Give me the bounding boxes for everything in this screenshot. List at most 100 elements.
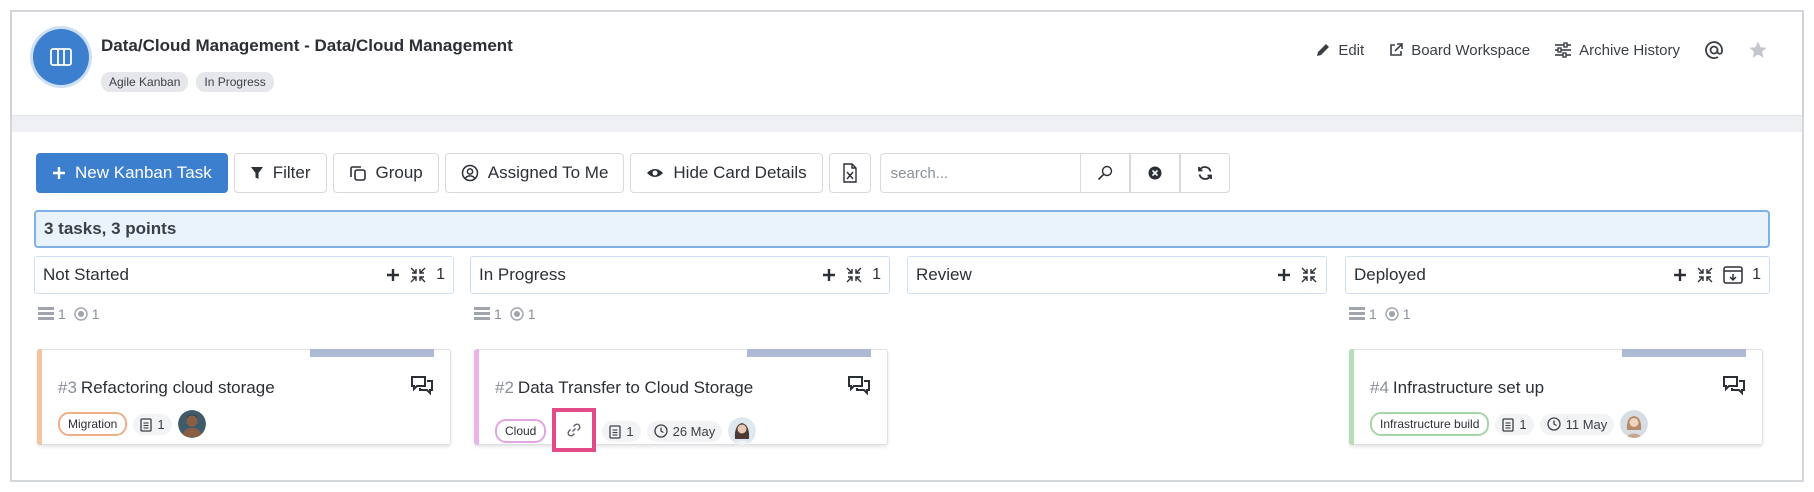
kanban-card[interactable]: #2 Data Transfer to Cloud Storage Cloud 1…: [474, 349, 888, 452]
column-meta-not-started: 1 1: [38, 306, 100, 322]
board-workspace-button[interactable]: Board Workspace: [1388, 42, 1530, 59]
card-progress-bar: [1622, 349, 1746, 357]
board-type-tag: Agile Kanban: [101, 72, 189, 92]
plus-icon[interactable]: [822, 268, 836, 282]
filter-button[interactable]: Filter: [233, 153, 327, 193]
user-circle-icon: [461, 164, 478, 182]
plus-icon[interactable]: [386, 268, 400, 282]
comments-icon[interactable]: [1722, 375, 1746, 397]
clock-icon: [653, 424, 668, 438]
hide-card-details-label: Hide Card Details: [673, 163, 807, 182]
card-title-text: Infrastructure set up: [1392, 378, 1545, 397]
task-count: 1: [494, 306, 502, 322]
at-sign-icon: [1705, 41, 1723, 59]
board-logo-icon: [33, 29, 89, 85]
card-label[interactable]: Cloud: [495, 419, 547, 443]
edit-button[interactable]: Edit: [1315, 42, 1364, 59]
board-header: Data/Cloud Management - Data/Cloud Manag…: [12, 12, 1802, 116]
kanban-card[interactable]: #3 Refactoring cloud storage Migration 1: [37, 349, 451, 445]
search-icon: [1097, 165, 1112, 181]
copy-icon: [349, 166, 366, 181]
comments-icon[interactable]: [847, 375, 871, 397]
point-count: 1: [527, 306, 536, 322]
edit-label: Edit: [1338, 41, 1365, 59]
assigned-to-me-label: Assigned To Me: [487, 163, 609, 182]
clear-search-button[interactable]: [1129, 153, 1180, 193]
collapse-icon[interactable]: [1300, 266, 1318, 284]
card-label[interactable]: Infrastructure build: [1370, 412, 1490, 436]
column-header-in-progress: In Progress 1: [470, 256, 890, 294]
column-meta-in-progress: 1 1: [474, 306, 536, 322]
avatar[interactable]: [177, 410, 206, 438]
header-divider: [12, 116, 1802, 132]
column-title: Not Started: [43, 265, 129, 284]
mention-button[interactable]: [1704, 40, 1724, 60]
card-accent-bar: [474, 349, 479, 445]
card-title[interactable]: #3 Refactoring cloud storage: [58, 378, 275, 398]
stack-icon: [38, 307, 54, 320]
search-group: [879, 153, 1230, 193]
export-excel-button[interactable]: [828, 153, 871, 193]
clipboard-icon: [609, 424, 622, 439]
column-title: Review: [916, 265, 972, 284]
refresh-icon: [1197, 166, 1212, 180]
avatar[interactable]: [1620, 410, 1649, 438]
card-number: #3: [58, 378, 77, 397]
board-frame: Data/Cloud Management - Data/Cloud Manag…: [10, 10, 1804, 482]
search-button[interactable]: [1079, 153, 1130, 193]
due-date-value: 26 May: [672, 423, 716, 439]
favorite-button[interactable]: [1748, 40, 1768, 60]
column-title: Deployed: [1354, 265, 1426, 284]
close-circle-icon: [1148, 166, 1162, 180]
archive-history-label: Archive History: [1579, 41, 1680, 59]
points-value: 1: [626, 423, 634, 439]
hide-card-details-button[interactable]: Hide Card Details: [630, 153, 823, 193]
due-date-value: 11 May: [1565, 416, 1608, 432]
assigned-to-me-button[interactable]: Assigned To Me: [444, 153, 625, 193]
target-icon: [1385, 307, 1399, 321]
group-button[interactable]: Group: [332, 153, 439, 193]
collapse-icon[interactable]: [845, 266, 863, 284]
card-details: Infrastructure build 1 11 May: [1370, 410, 1649, 438]
search-input[interactable]: [879, 153, 1080, 193]
collapse-icon[interactable]: [409, 266, 427, 284]
board-toolbar: New Kanban Task Filter Group Assigned To…: [36, 153, 1230, 193]
archive-icon[interactable]: [1723, 266, 1743, 284]
points-value: 1: [157, 416, 165, 432]
sliders-icon: [1555, 42, 1572, 58]
group-label: Group: [375, 163, 423, 182]
archive-history-button[interactable]: Archive History: [1554, 42, 1680, 59]
stack-icon: [1349, 307, 1365, 320]
card-progress-bar: [310, 349, 434, 357]
clipboard-icon: [140, 417, 153, 432]
due-date-chip: 26 May: [646, 420, 723, 442]
card-title[interactable]: #2 Data Transfer to Cloud Storage: [495, 378, 753, 398]
point-count: 1: [91, 306, 100, 322]
filter-icon: [250, 167, 263, 179]
new-kanban-task-button[interactable]: New Kanban Task: [36, 153, 228, 193]
clock-icon: [1546, 417, 1561, 431]
column-count: 1: [436, 266, 445, 283]
card-number: #2: [495, 378, 514, 397]
filter-label: Filter: [272, 163, 311, 182]
card-title[interactable]: #4 Infrastructure set up: [1370, 378, 1544, 398]
task-count: 1: [58, 306, 66, 322]
card-label[interactable]: Migration: [58, 412, 128, 436]
refresh-button[interactable]: [1179, 153, 1230, 193]
card-number: #4: [1370, 378, 1389, 397]
task-count: 1: [1369, 306, 1377, 322]
card-progress-bar: [747, 349, 871, 357]
kanban-card[interactable]: #4 Infrastructure set up Infrastructure b…: [1349, 349, 1763, 445]
plus-icon[interactable]: [1673, 268, 1687, 282]
column-header-deployed: Deployed 1: [1345, 256, 1770, 294]
comments-icon[interactable]: [410, 375, 434, 397]
card-accent-bar: [37, 349, 42, 445]
plus-icon[interactable]: [1277, 268, 1291, 282]
external-link-icon: [1390, 43, 1403, 56]
collapse-icon[interactable]: [1696, 266, 1714, 284]
link-button[interactable]: [552, 408, 597, 452]
avatar[interactable]: [728, 417, 757, 445]
pencil-icon: [1317, 44, 1330, 56]
star-icon: [1749, 41, 1767, 58]
points-chip: 1: [133, 413, 172, 435]
